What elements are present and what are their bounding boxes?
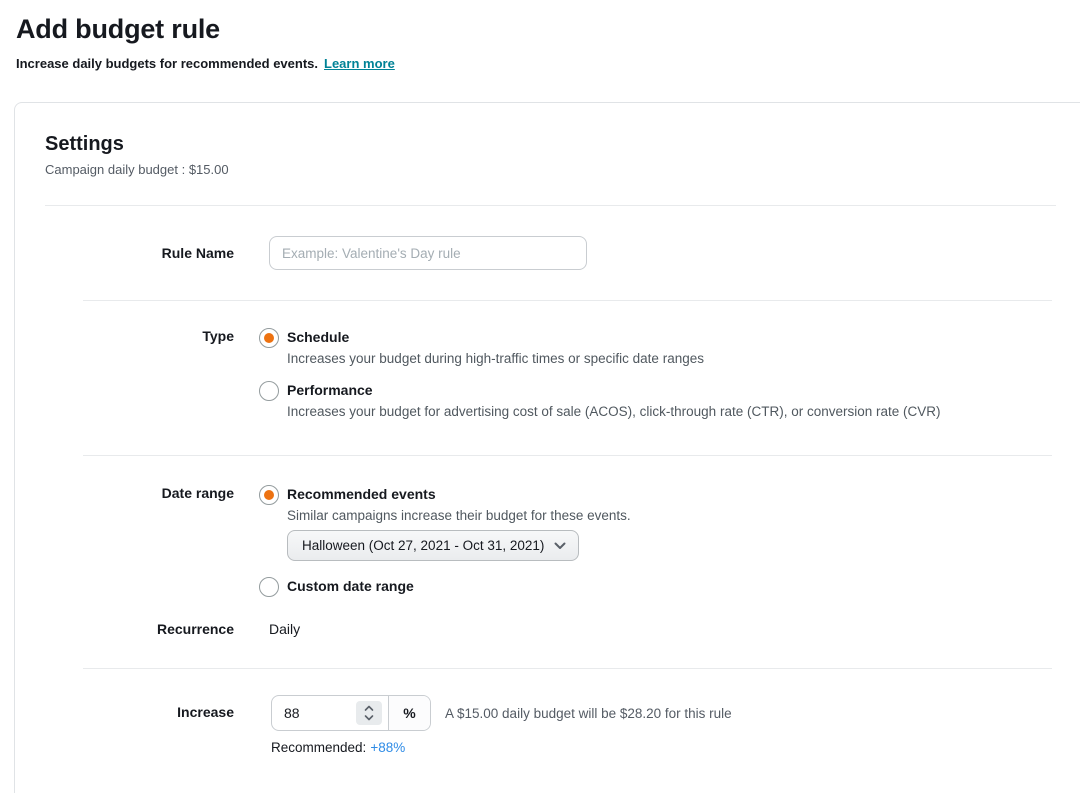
stepper-down-icon [364,714,374,721]
event-dropdown-value: Halloween (Oct 27, 2021 - Oct 31, 2021) [302,538,544,553]
percent-unit-label: % [388,696,430,730]
performance-radio-label: Performance [287,381,373,398]
type-option-schedule: Schedule Increases your budget during hi… [259,328,1056,366]
date-range-label: Date range [45,485,234,597]
increase-row: Increase % A $15.00 daily budget will be… [45,669,1056,755]
recommended-events-radio-label: Recommended events [287,485,436,502]
recommended-events-radio[interactable]: Recommended events [259,485,1056,505]
recurrence-value: Daily [269,621,300,637]
radio-icon [259,328,279,348]
settings-card: Settings Campaign daily budget : $15.00 … [14,102,1080,793]
recommended-label: Recommended: [271,740,366,755]
recurrence-label: Recurrence [45,621,234,639]
recommended-line: Recommended: +88% [271,740,1056,755]
increase-value-input[interactable] [284,705,342,721]
schedule-description: Increases your budget during high-traffi… [287,351,1056,366]
date-range-option-recommended: Recommended events Similar campaigns inc… [259,485,1056,561]
page-subtitle: Increase daily budgets for recommended e… [16,56,1064,71]
increase-helper-text: A $15.00 daily budget will be $28.20 for… [445,706,732,721]
type-option-performance: Performance Increases your budget for ad… [259,381,1056,419]
type-row: Type Schedule Increases your budget duri… [45,301,1056,455]
recommended-events-description: Similar campaigns increase their budget … [287,508,1056,523]
type-label: Type [45,328,234,419]
learn-more-link[interactable]: Learn more [324,56,395,71]
radio-icon [259,577,279,597]
recommended-percent-link[interactable]: +88% [370,740,405,755]
page-subtitle-text: Increase daily budgets for recommended e… [16,56,318,71]
campaign-daily-budget-text: Campaign daily budget : $15.00 [45,162,1056,177]
date-range-row: Date range Recommended events Similar ca… [45,456,1056,597]
event-dropdown[interactable]: Halloween (Oct 27, 2021 - Oct 31, 2021) [287,530,579,561]
stepper-up-icon [364,705,374,712]
performance-radio[interactable]: Performance [259,381,1056,401]
schedule-radio[interactable]: Schedule [259,328,1056,348]
page-title: Add budget rule [16,14,1064,45]
rule-name-label: Rule Name [45,245,234,261]
increase-label: Increase [45,695,234,755]
chevron-down-icon [554,542,566,550]
recurrence-row: Recurrence Daily [45,621,1056,668]
radio-icon [259,381,279,401]
increase-stepper[interactable] [356,701,382,725]
page-header: Add budget rule Increase daily budgets f… [0,0,1080,71]
custom-date-range-radio-label: Custom date range [287,577,414,594]
schedule-radio-label: Schedule [287,328,349,345]
radio-icon [259,485,279,505]
rule-name-input[interactable] [269,236,587,270]
increase-input-group: % [271,695,431,731]
settings-heading: Settings [45,133,1056,156]
performance-description: Increases your budget for advertising co… [287,404,1056,419]
custom-date-range-radio[interactable]: Custom date range [259,577,1056,597]
rule-name-row: Rule Name [45,206,1056,300]
